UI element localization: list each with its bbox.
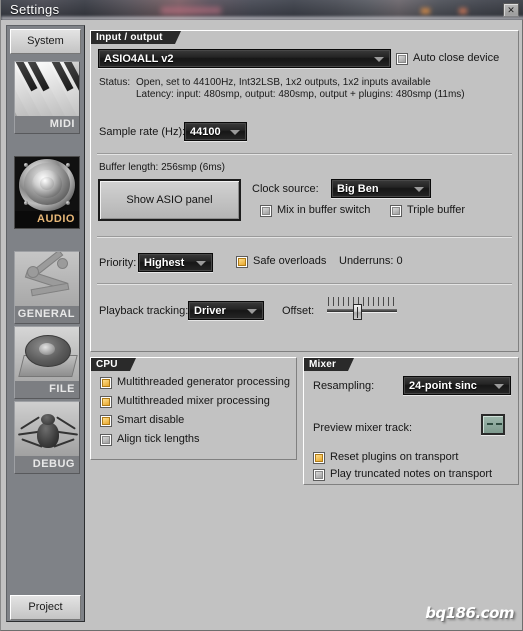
sidebar-item-midi[interactable]: MIDI <box>14 61 80 134</box>
preview-mixer-track-label: Preview mixer track: <box>313 422 413 434</box>
bug-icon <box>15 402 79 458</box>
status-line-1: Open, set to 44100Hz, Int32LSB, 1x2 outp… <box>136 77 431 88</box>
titlebar-backdrop-light-1 <box>421 8 430 14</box>
resampling-value: 24-point sinc <box>409 380 477 392</box>
resampling-label: Resampling: <box>313 380 375 392</box>
reset-plugins-on-transport-checkbox[interactable] <box>313 452 325 464</box>
sidebar-item-label: GENERAL <box>15 306 79 323</box>
chevron-down-icon <box>374 56 384 62</box>
playback-tracking-select[interactable]: Driver <box>188 301 264 320</box>
smart-disable-checkbox[interactable] <box>100 415 112 427</box>
priority-select[interactable]: Highest <box>138 253 213 272</box>
clock-source-label: Clock source: <box>252 183 319 195</box>
priority-value: Highest <box>144 257 185 269</box>
auto-close-device-label: Auto close device <box>413 52 500 64</box>
play-truncated-notes-label: Play truncated notes on transport <box>330 468 493 480</box>
play-truncated-notes-checkbox[interactable] <box>313 469 325 481</box>
sidebar-item-audio[interactable]: AUDIO <box>14 156 80 229</box>
chevron-down-icon <box>230 129 240 135</box>
multithreaded-mixer-checkbox[interactable] <box>100 396 112 408</box>
show-asio-panel-button[interactable]: Show ASIO panel <box>98 179 241 221</box>
input-output-panel: Input / output ASIO4ALL v2 Auto close de… <box>90 30 519 352</box>
playback-tracking-label: Playback tracking: <box>99 305 189 317</box>
offset-slider[interactable] <box>327 297 397 321</box>
align-tick-lengths-checkbox[interactable] <box>100 434 112 446</box>
mix-in-buffer-switch-checkbox[interactable] <box>260 205 272 217</box>
chevron-down-icon <box>196 260 206 266</box>
sidebar: System MIDI AUDIO GENERAL FILE DEBUG Pro… <box>6 25 85 622</box>
multithreaded-mixer-label: Multithreaded mixer processing <box>117 395 270 407</box>
piano-keyboard-icon <box>15 62 79 118</box>
resampling-select[interactable]: 24-point sinc <box>403 376 511 395</box>
audio-device-select[interactable]: ASIO4ALL v2 <box>98 49 391 68</box>
clock-source-select[interactable]: Big Ben <box>331 179 431 198</box>
sidebar-tab-project[interactable]: Project <box>10 595 81 620</box>
sidebar-item-debug[interactable]: DEBUG <box>14 401 80 474</box>
sample-rate-select[interactable]: 44100 <box>184 122 247 141</box>
titlebar-backdrop-blur <box>161 7 221 14</box>
audio-device-value: ASIO4ALL v2 <box>104 53 174 65</box>
window-title: Settings <box>10 2 60 17</box>
sidebar-item-file[interactable]: FILE <box>14 326 80 399</box>
cpu-panel: CPU Multithreaded generator processing M… <box>90 357 297 460</box>
triple-buffer-checkbox[interactable] <box>390 205 402 217</box>
triple-buffer-label: Triple buffer <box>407 204 466 216</box>
status-label: Status: <box>99 77 131 88</box>
watermark: bq186.com <box>425 604 514 622</box>
preview-mixer-track-display[interactable] <box>481 414 505 435</box>
chevron-down-icon <box>414 186 424 192</box>
safe-overloads-label: Safe overloads <box>253 255 327 267</box>
sample-rate-value: 44100 <box>190 126 221 138</box>
wrench-tools-icon <box>15 252 79 308</box>
priority-label: Priority: <box>99 257 137 269</box>
underruns-value: Underruns: 0 <box>339 255 403 267</box>
sidebar-item-label: AUDIO <box>15 211 79 228</box>
offset-slider-thumb[interactable] <box>353 304 362 320</box>
main-content: Input / output ASIO4ALL v2 Auto close de… <box>90 25 519 622</box>
safe-overloads-checkbox[interactable] <box>236 256 248 268</box>
sidebar-tab-system[interactable]: System <box>10 29 81 54</box>
clock-source-value: Big Ben <box>337 183 379 195</box>
input-output-panel-title: Input / output <box>91 31 181 44</box>
offset-slider-track <box>327 309 397 313</box>
titlebar-backdrop-light-2 <box>459 8 467 14</box>
sidebar-item-label: MIDI <box>15 116 79 133</box>
multithreaded-generator-label: Multithreaded generator processing <box>117 376 291 388</box>
mixer-panel-title: Mixer <box>304 358 355 371</box>
offset-slider-ticks <box>327 297 397 306</box>
speaker-icon <box>15 157 79 213</box>
divider <box>97 153 512 155</box>
offset-label: Offset: <box>282 305 315 317</box>
cpu-panel-title: CPU <box>91 358 136 371</box>
divider <box>97 283 512 285</box>
align-tick-lengths-label: Align tick lengths <box>117 433 200 445</box>
sample-rate-label: Sample rate (Hz): <box>99 126 186 138</box>
smart-disable-label: Smart disable <box>117 414 185 426</box>
reset-plugins-on-transport-label: Reset plugins on transport <box>330 451 459 463</box>
title-bar[interactable]: Settings ✕ <box>1 0 523 20</box>
playback-tracking-value: Driver <box>194 305 226 317</box>
chevron-down-icon <box>247 308 257 314</box>
sidebar-item-label: DEBUG <box>15 456 79 473</box>
divider <box>97 236 512 238</box>
status-line-2: Latency: input: 480smp, output: 480smp, … <box>136 89 465 100</box>
mix-in-buffer-switch-label: Mix in buffer switch <box>277 204 371 216</box>
sidebar-item-label: FILE <box>15 381 79 398</box>
chevron-down-icon <box>494 383 504 389</box>
sidebar-item-general[interactable]: GENERAL <box>14 251 80 324</box>
disk-drive-icon <box>15 327 79 383</box>
close-icon[interactable]: ✕ <box>503 3 519 17</box>
mixer-panel: Mixer Resampling: 24-point sinc Preview … <box>303 357 519 485</box>
settings-window: Settings ✕ System MIDI AUDIO GENERAL FIL… <box>0 0 523 631</box>
multithreaded-generator-checkbox[interactable] <box>100 377 112 389</box>
auto-close-device-checkbox[interactable] <box>396 53 408 65</box>
buffer-length-label: Buffer length: 256smp (6ms) <box>99 162 225 173</box>
